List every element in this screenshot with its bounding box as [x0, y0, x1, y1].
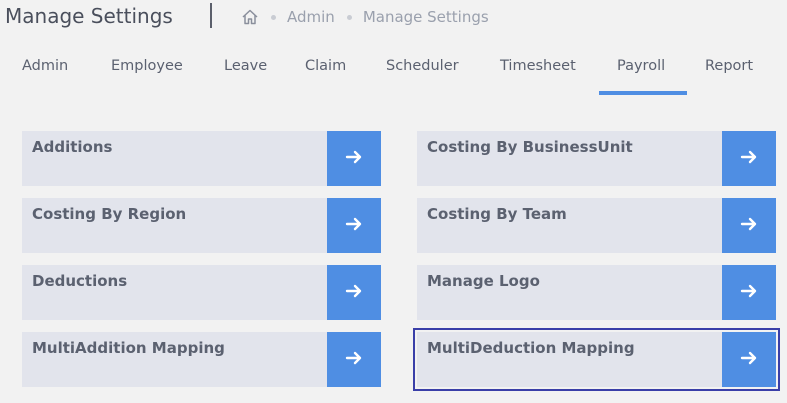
tab-payroll[interactable]: Payroll [617, 58, 665, 74]
card-costing-by-team[interactable]: Costing By Team [417, 198, 776, 253]
arrow-right-icon [345, 148, 363, 170]
card-additions[interactable]: Additions [22, 131, 381, 186]
page-header: Manage Settings Admin Manage Settings [0, 0, 787, 36]
card-label: MultiAddition Mapping [32, 339, 225, 357]
active-tab-indicator [599, 91, 687, 95]
breadcrumb-separator [346, 14, 352, 20]
card-multideduction-mapping[interactable]: MultiDeduction Mapping [413, 328, 780, 391]
card-label: Additions [32, 138, 113, 156]
card-label: Manage Logo [427, 272, 540, 290]
tab-scheduler[interactable]: Scheduler [386, 58, 459, 74]
card-deductions[interactable]: Deductions [22, 265, 381, 320]
open-button[interactable] [327, 265, 381, 320]
title-divider [210, 3, 212, 28]
open-button[interactable] [722, 198, 776, 253]
arrow-right-icon [345, 349, 363, 371]
card-label: Costing By BusinessUnit [427, 138, 633, 156]
card-multiaddition-mapping[interactable]: MultiAddition Mapping [22, 332, 381, 387]
breadcrumb-separator [271, 14, 276, 20]
page-title: Manage Settings [5, 4, 173, 28]
tab-leave[interactable]: Leave [224, 58, 267, 74]
card-label: Costing By Region [32, 205, 187, 223]
tab-timesheet[interactable]: Timesheet [500, 58, 576, 74]
settings-tabs: Admin Employee Leave Claim Scheduler Tim… [0, 52, 787, 96]
tab-report[interactable]: Report [705, 58, 753, 74]
arrow-right-icon [740, 349, 758, 371]
card-label: Costing By Team [427, 205, 567, 223]
arrow-right-icon [740, 215, 758, 237]
open-button[interactable] [722, 131, 776, 186]
open-button[interactable] [722, 332, 776, 387]
open-button[interactable] [327, 198, 381, 253]
open-button[interactable] [327, 131, 381, 186]
card-costing-by-region[interactable]: Costing By Region [22, 198, 381, 253]
open-button[interactable] [327, 332, 381, 387]
card-label: Deductions [32, 272, 128, 290]
arrow-right-icon [740, 148, 758, 170]
arrow-right-icon [740, 282, 758, 304]
tab-employee[interactable]: Employee [111, 58, 183, 74]
card-manage-logo[interactable]: Manage Logo [417, 265, 776, 320]
tab-admin[interactable]: Admin [22, 58, 68, 74]
card-costing-by-businessunit[interactable]: Costing By BusinessUnit [417, 131, 776, 186]
arrow-right-icon [345, 215, 363, 237]
card-label: MultiDeduction Mapping [427, 339, 635, 357]
breadcrumb-item-manage-settings: Manage Settings [362, 8, 489, 26]
breadcrumb-item-admin[interactable]: Admin [287, 8, 335, 26]
open-button[interactable] [722, 265, 776, 320]
tab-claim[interactable]: Claim [305, 58, 346, 74]
home-icon[interactable] [241, 8, 259, 26]
breadcrumb: Admin Manage Settings [241, 8, 489, 26]
arrow-right-icon [345, 282, 363, 304]
